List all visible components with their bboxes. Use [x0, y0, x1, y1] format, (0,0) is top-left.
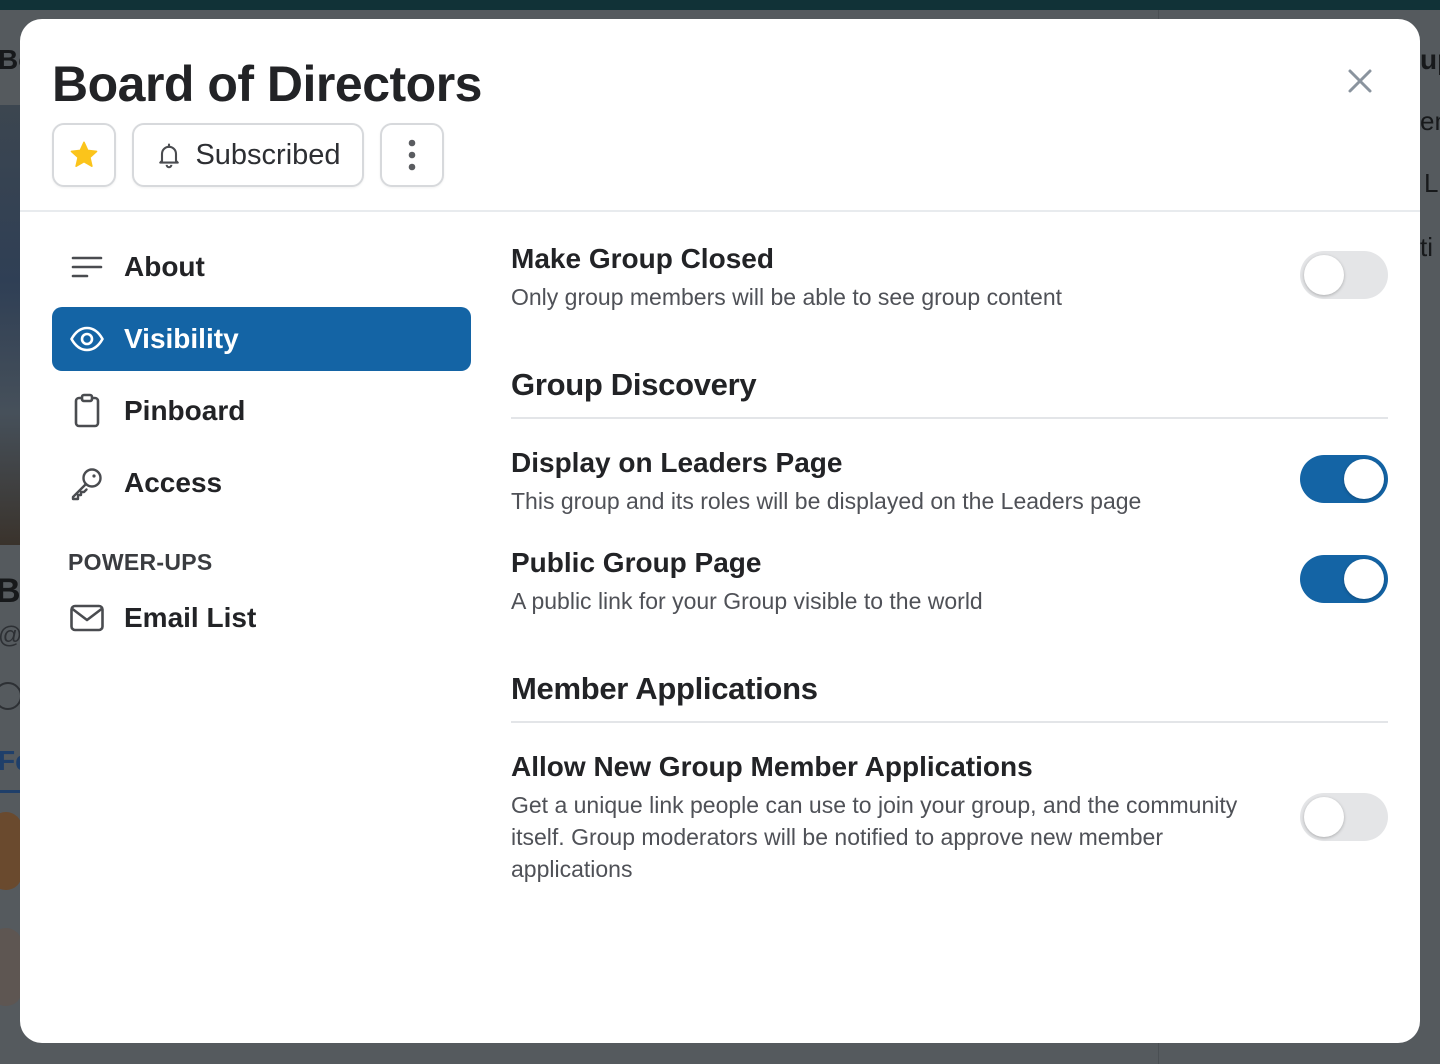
toggle-knob [1304, 797, 1344, 837]
background-right-text: up [1420, 44, 1440, 75]
sidebar-item-label: Email List [124, 602, 257, 633]
settings-sidebar: About Visibility Pinboard Access POWER-U… [52, 235, 471, 658]
setting-description: A public link for your Group visible to … [511, 588, 983, 614]
setting-title: Make Group Closed [511, 243, 774, 274]
favorite-button[interactable] [52, 123, 116, 187]
eye-icon [68, 320, 106, 358]
sidebar-item-access[interactable]: Access [52, 451, 471, 515]
setting-title: Allow New Group Member Applications [511, 751, 1033, 782]
background-cover-image [0, 105, 22, 545]
background-right-text: ti [1420, 232, 1433, 262]
subscribe-button[interactable]: Subscribed [132, 123, 364, 187]
allow-member-applications-toggle[interactable] [1300, 793, 1388, 841]
setting-description: Only group members will be able to see g… [511, 284, 1063, 310]
sidebar-item-label: About [124, 251, 205, 282]
background-right-text: L [1424, 168, 1439, 198]
sidebar-item-visibility[interactable]: Visibility [52, 307, 471, 371]
setting-description: This group and its roles will be display… [511, 488, 1142, 514]
group-settings-modal: Board of Directors Subscribed About Visi… [20, 19, 1420, 1043]
setting-display-on-leaders-page: Display on Leaders Page This group and i… [511, 441, 1388, 517]
background-tab-underline [0, 790, 22, 793]
modal-header: Board of Directors Subscribed [20, 19, 1420, 212]
background-group-name: B [0, 572, 21, 610]
section-heading-member-applications: Member Applications [511, 671, 1388, 723]
setting-allow-member-applications: Allow New Group Member Applications Get … [511, 745, 1388, 885]
bell-icon [159, 143, 180, 169]
close-icon [1348, 69, 1372, 93]
background-right-text: em [1420, 106, 1440, 136]
sidebar-item-about[interactable]: About [52, 235, 471, 299]
modal-title: Board of Directors [52, 56, 482, 112]
sidebar-item-label: Visibility [124, 323, 239, 354]
mail-icon [68, 599, 106, 637]
app-top-bar [0, 0, 1440, 10]
powerups-section-label: POWER-UPS [68, 549, 213, 575]
close-button[interactable] [1340, 61, 1380, 101]
star-icon [70, 141, 98, 167]
public-group-page-toggle[interactable] [1300, 555, 1388, 603]
clipboard-icon [68, 392, 106, 430]
globe-icon [0, 682, 22, 710]
background-avatar [0, 812, 22, 890]
more-vertical-icon [408, 139, 416, 171]
sidebar-item-label: Pinboard [124, 395, 246, 426]
toggle-knob [1344, 559, 1384, 599]
sidebar-item-email-list[interactable]: Email List [52, 586, 471, 650]
toggle-knob [1344, 459, 1384, 499]
visibility-settings: Make Group Closed Only group members wil… [511, 235, 1388, 885]
setting-title: Public Group Page [511, 547, 762, 578]
subscribe-label: Subscribed [195, 138, 341, 171]
setting-make-group-closed: Make Group Closed Only group members wil… [511, 237, 1388, 313]
header-actions: Subscribed [52, 123, 444, 187]
setting-public-group-page: Public Group Page A public link for your… [511, 541, 1388, 617]
sidebar-item-label: Access [124, 467, 223, 498]
section-heading-group-discovery: Group Discovery [511, 367, 1388, 419]
lines-icon [68, 248, 106, 286]
more-options-button[interactable] [380, 123, 444, 187]
display-on-leaders-page-toggle[interactable] [1300, 455, 1388, 503]
toggle-knob [1304, 255, 1344, 295]
setting-title: Display on Leaders Page [511, 447, 843, 478]
background-avatar [0, 928, 22, 1006]
sidebar-item-pinboard[interactable]: Pinboard [52, 379, 471, 443]
key-icon [68, 464, 106, 502]
make-group-closed-toggle[interactable] [1300, 251, 1388, 299]
setting-description: Get a unique link people can use to join… [511, 792, 1238, 882]
